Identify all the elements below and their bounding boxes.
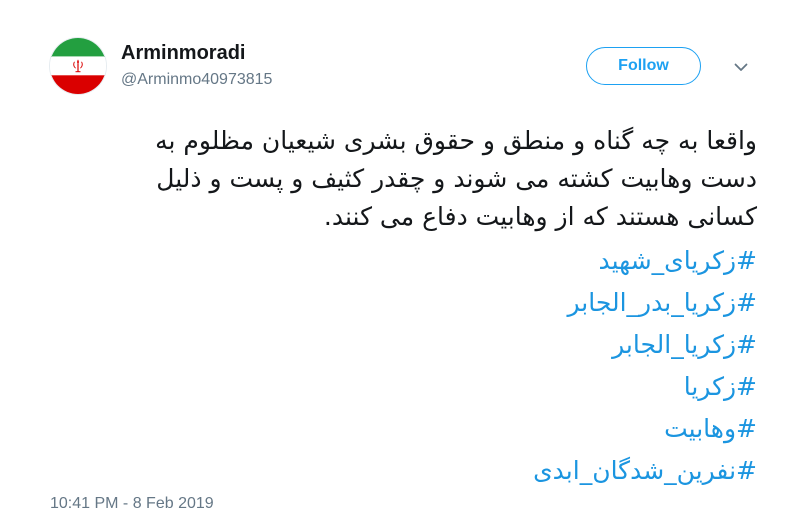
tweet-timestamp[interactable]: 10:41 PM - 8 Feb 2019 [50, 495, 214, 513]
follow-button[interactable]: Follow [586, 47, 701, 85]
hashtag-link[interactable]: #نفرین_شدگان_ابدی [533, 450, 757, 492]
tweet-text-line: دست وهابیت کشته می شوند و چقدر کثیف و پس… [156, 164, 757, 193]
hashtag-link[interactable]: #زکریا_الجابر [533, 324, 757, 366]
tweet-text: واقعا به چه گناه و منطق و حقوق بشری شیعی… [97, 122, 757, 236]
hashtag-link[interactable]: #وهابیت [533, 408, 757, 450]
tweet-card: Arminmoradi @Arminmo40973815 Follow واقع… [0, 0, 800, 531]
display-name[interactable]: Arminmoradi [121, 42, 245, 65]
avatar[interactable] [50, 38, 106, 94]
hashtag-link[interactable]: #زکریای_شهید [533, 240, 758, 282]
user-handle[interactable]: @Arminmo40973815 [121, 71, 272, 89]
tweet-menu-button[interactable] [732, 58, 750, 76]
tweet-text-line: واقعا به چه گناه و منطق و حقوق بشری شیعی… [155, 126, 757, 155]
hashtag-link[interactable]: #زکریا [533, 366, 757, 408]
tweet-text-line: کسانی هستند که از وهابیت دفاع می کنند. [323, 202, 757, 231]
hashtag-link[interactable]: #زکریا_بدر_الجابر [533, 282, 757, 324]
iran-flag-avatar-icon [50, 38, 106, 94]
hashtag-list: #زکریای_شهید #زکریا_بدر_الجابر #زکریا_ال… [533, 240, 757, 492]
chevron-down-icon [734, 63, 748, 71]
